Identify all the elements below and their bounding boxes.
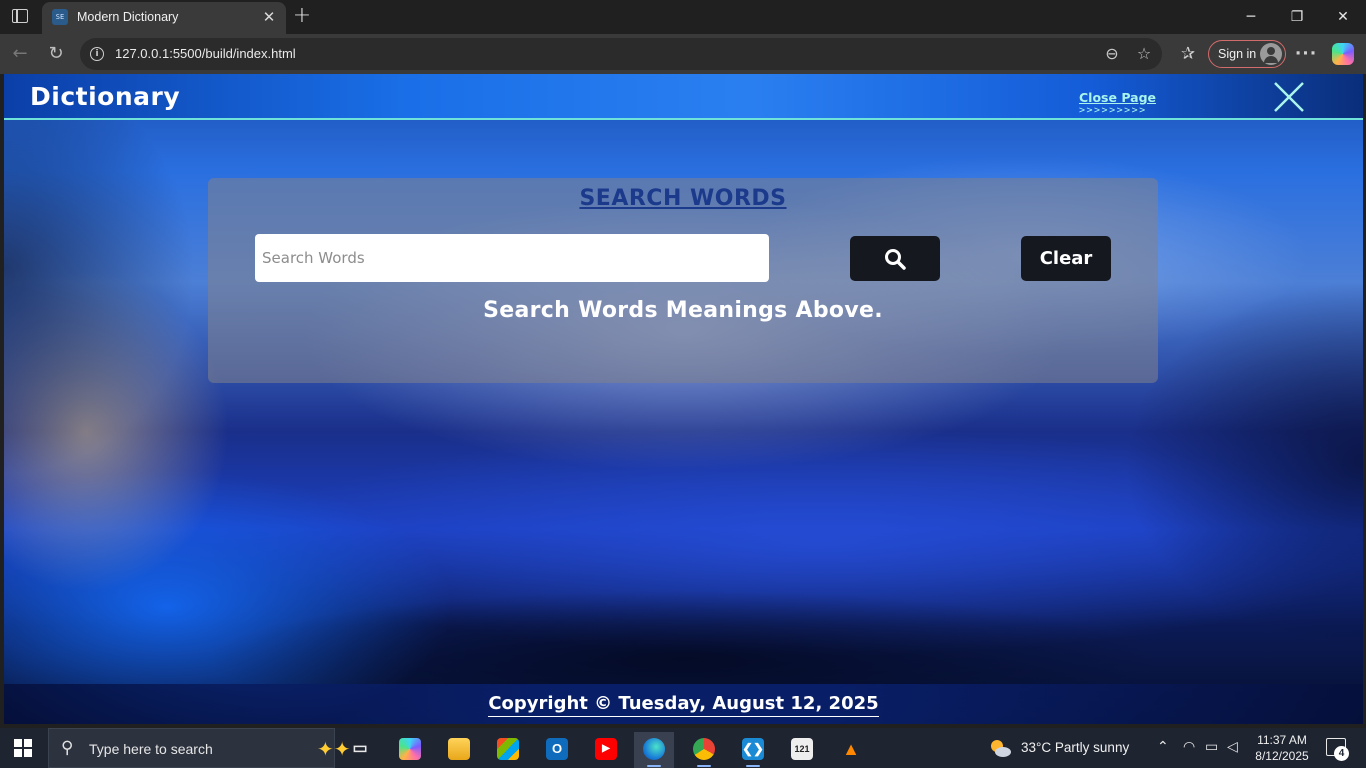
vlc-icon[interactable]: ▲ xyxy=(831,732,871,768)
sign-in-label: Sign in xyxy=(1218,47,1257,61)
new-tab-button[interactable]: + xyxy=(290,3,314,29)
copyright-text: Copyright © Tuesday, August 12, 2025 xyxy=(4,693,1363,717)
avatar-icon xyxy=(1260,43,1282,65)
chrome-icon[interactable] xyxy=(684,732,724,768)
address-bar[interactable]: i 127.0.0.1:5500/build/index.html ⊖ ☆ xyxy=(80,38,1162,70)
url-text[interactable]: 127.0.0.1:5500/build/index.html xyxy=(115,46,296,61)
notification-badge: 4 xyxy=(1334,746,1349,761)
tab-title: Modern Dictionary xyxy=(77,10,179,24)
search-input[interactable] xyxy=(255,234,769,282)
search-panel: SEARCH WORDS Clear Search Words Meanings… xyxy=(208,178,1158,383)
search-icon xyxy=(885,248,906,270)
panel-title: SEARCH WORDS xyxy=(579,186,787,211)
microsoft-store-icon[interactable] xyxy=(488,732,528,768)
site-header: Dictionary Close Page >>>>>>>>> xyxy=(4,74,1363,120)
battery-icon[interactable]: ▭ xyxy=(1205,739,1218,755)
clear-button[interactable]: Clear xyxy=(1021,236,1111,281)
window-close-button[interactable]: ✕ xyxy=(1320,0,1366,34)
close-page-link[interactable]: Close Page xyxy=(1079,90,1156,105)
tab-favicon-icon: SE xyxy=(52,9,68,25)
browser-tab[interactable]: SE Modern Dictionary ✕ xyxy=(42,2,286,34)
sidebar-toggle-icon[interactable] xyxy=(12,9,28,23)
system-clock[interactable]: 11:37 AM 8/12/2025 xyxy=(1250,732,1314,764)
browser-titlebar: SE Modern Dictionary ✕ + ─ ❐ ✕ xyxy=(0,0,1366,34)
more-options-icon[interactable]: ··· xyxy=(1294,42,1318,66)
volume-icon[interactable]: ◁ xyxy=(1227,739,1238,755)
taskbar-search-placeholder: Type here to search xyxy=(89,741,213,757)
page-viewport: Dictionary Close Page >>>>>>>>> SEARCH W… xyxy=(4,74,1363,724)
vscode-icon[interactable]: ❮❯ xyxy=(733,732,773,768)
outlook-icon[interactable]: O xyxy=(537,732,577,768)
background-image xyxy=(4,74,1363,724)
wifi-icon[interactable]: ◠ xyxy=(1183,739,1195,755)
taskbar-search-box[interactable]: ⚲ Type here to search ✦✦ xyxy=(48,728,351,768)
tab-close-icon[interactable]: ✕ xyxy=(260,8,278,26)
calendar-app-icon[interactable]: 121 xyxy=(782,732,822,768)
close-x-icon[interactable] xyxy=(1272,80,1306,114)
file-explorer-icon[interactable] xyxy=(439,732,479,768)
clock-date: 8/12/2025 xyxy=(1255,749,1309,763)
windows-taskbar: ⚲ Type here to search ✦✦ ▭ O ▶ ❮❯ 121 ▲ … xyxy=(0,728,1366,768)
weather-text[interactable]: 33°C Partly sunny xyxy=(1021,740,1129,755)
site-info-icon[interactable]: i xyxy=(90,47,104,61)
search-button[interactable] xyxy=(850,236,940,281)
search-icon: ⚲ xyxy=(61,738,74,758)
restore-button[interactable]: ❐ xyxy=(1274,0,1320,34)
task-view-icon[interactable]: ▭ xyxy=(340,732,380,768)
windows-start-icon[interactable] xyxy=(14,739,32,757)
clock-time: 11:37 AM xyxy=(1257,733,1307,747)
minimize-button[interactable]: ─ xyxy=(1228,0,1274,34)
site-title: Dictionary xyxy=(30,82,181,111)
copilot-taskbar-icon[interactable] xyxy=(390,732,430,768)
back-button[interactable]: ← xyxy=(8,42,32,66)
chevron-up-icon[interactable]: ⌃ xyxy=(1157,739,1169,755)
close-page-arrows: >>>>>>>>> xyxy=(1079,105,1147,116)
copyright-label: Copyright © Tuesday, August 12, 2025 xyxy=(488,693,879,717)
favorites-icon[interactable]: ✰ xyxy=(1176,42,1200,66)
zoom-icon[interactable]: ⊖ xyxy=(1102,44,1122,64)
partly-sunny-icon[interactable] xyxy=(988,737,1012,759)
hint-text: Search Words Meanings Above. xyxy=(483,298,883,323)
favorite-star-icon[interactable]: ☆ xyxy=(1134,44,1154,64)
reload-button[interactable]: ↻ xyxy=(44,42,68,66)
copilot-icon[interactable] xyxy=(1332,43,1354,65)
browser-toolbar: ← ↻ i 127.0.0.1:5500/build/index.html ⊖ … xyxy=(0,34,1366,74)
youtube-icon[interactable]: ▶ xyxy=(586,732,626,768)
edge-icon[interactable] xyxy=(634,732,674,768)
sign-in-button[interactable]: Sign in xyxy=(1208,40,1286,68)
site-footer: Copyright © Tuesday, August 12, 2025 xyxy=(4,684,1363,724)
